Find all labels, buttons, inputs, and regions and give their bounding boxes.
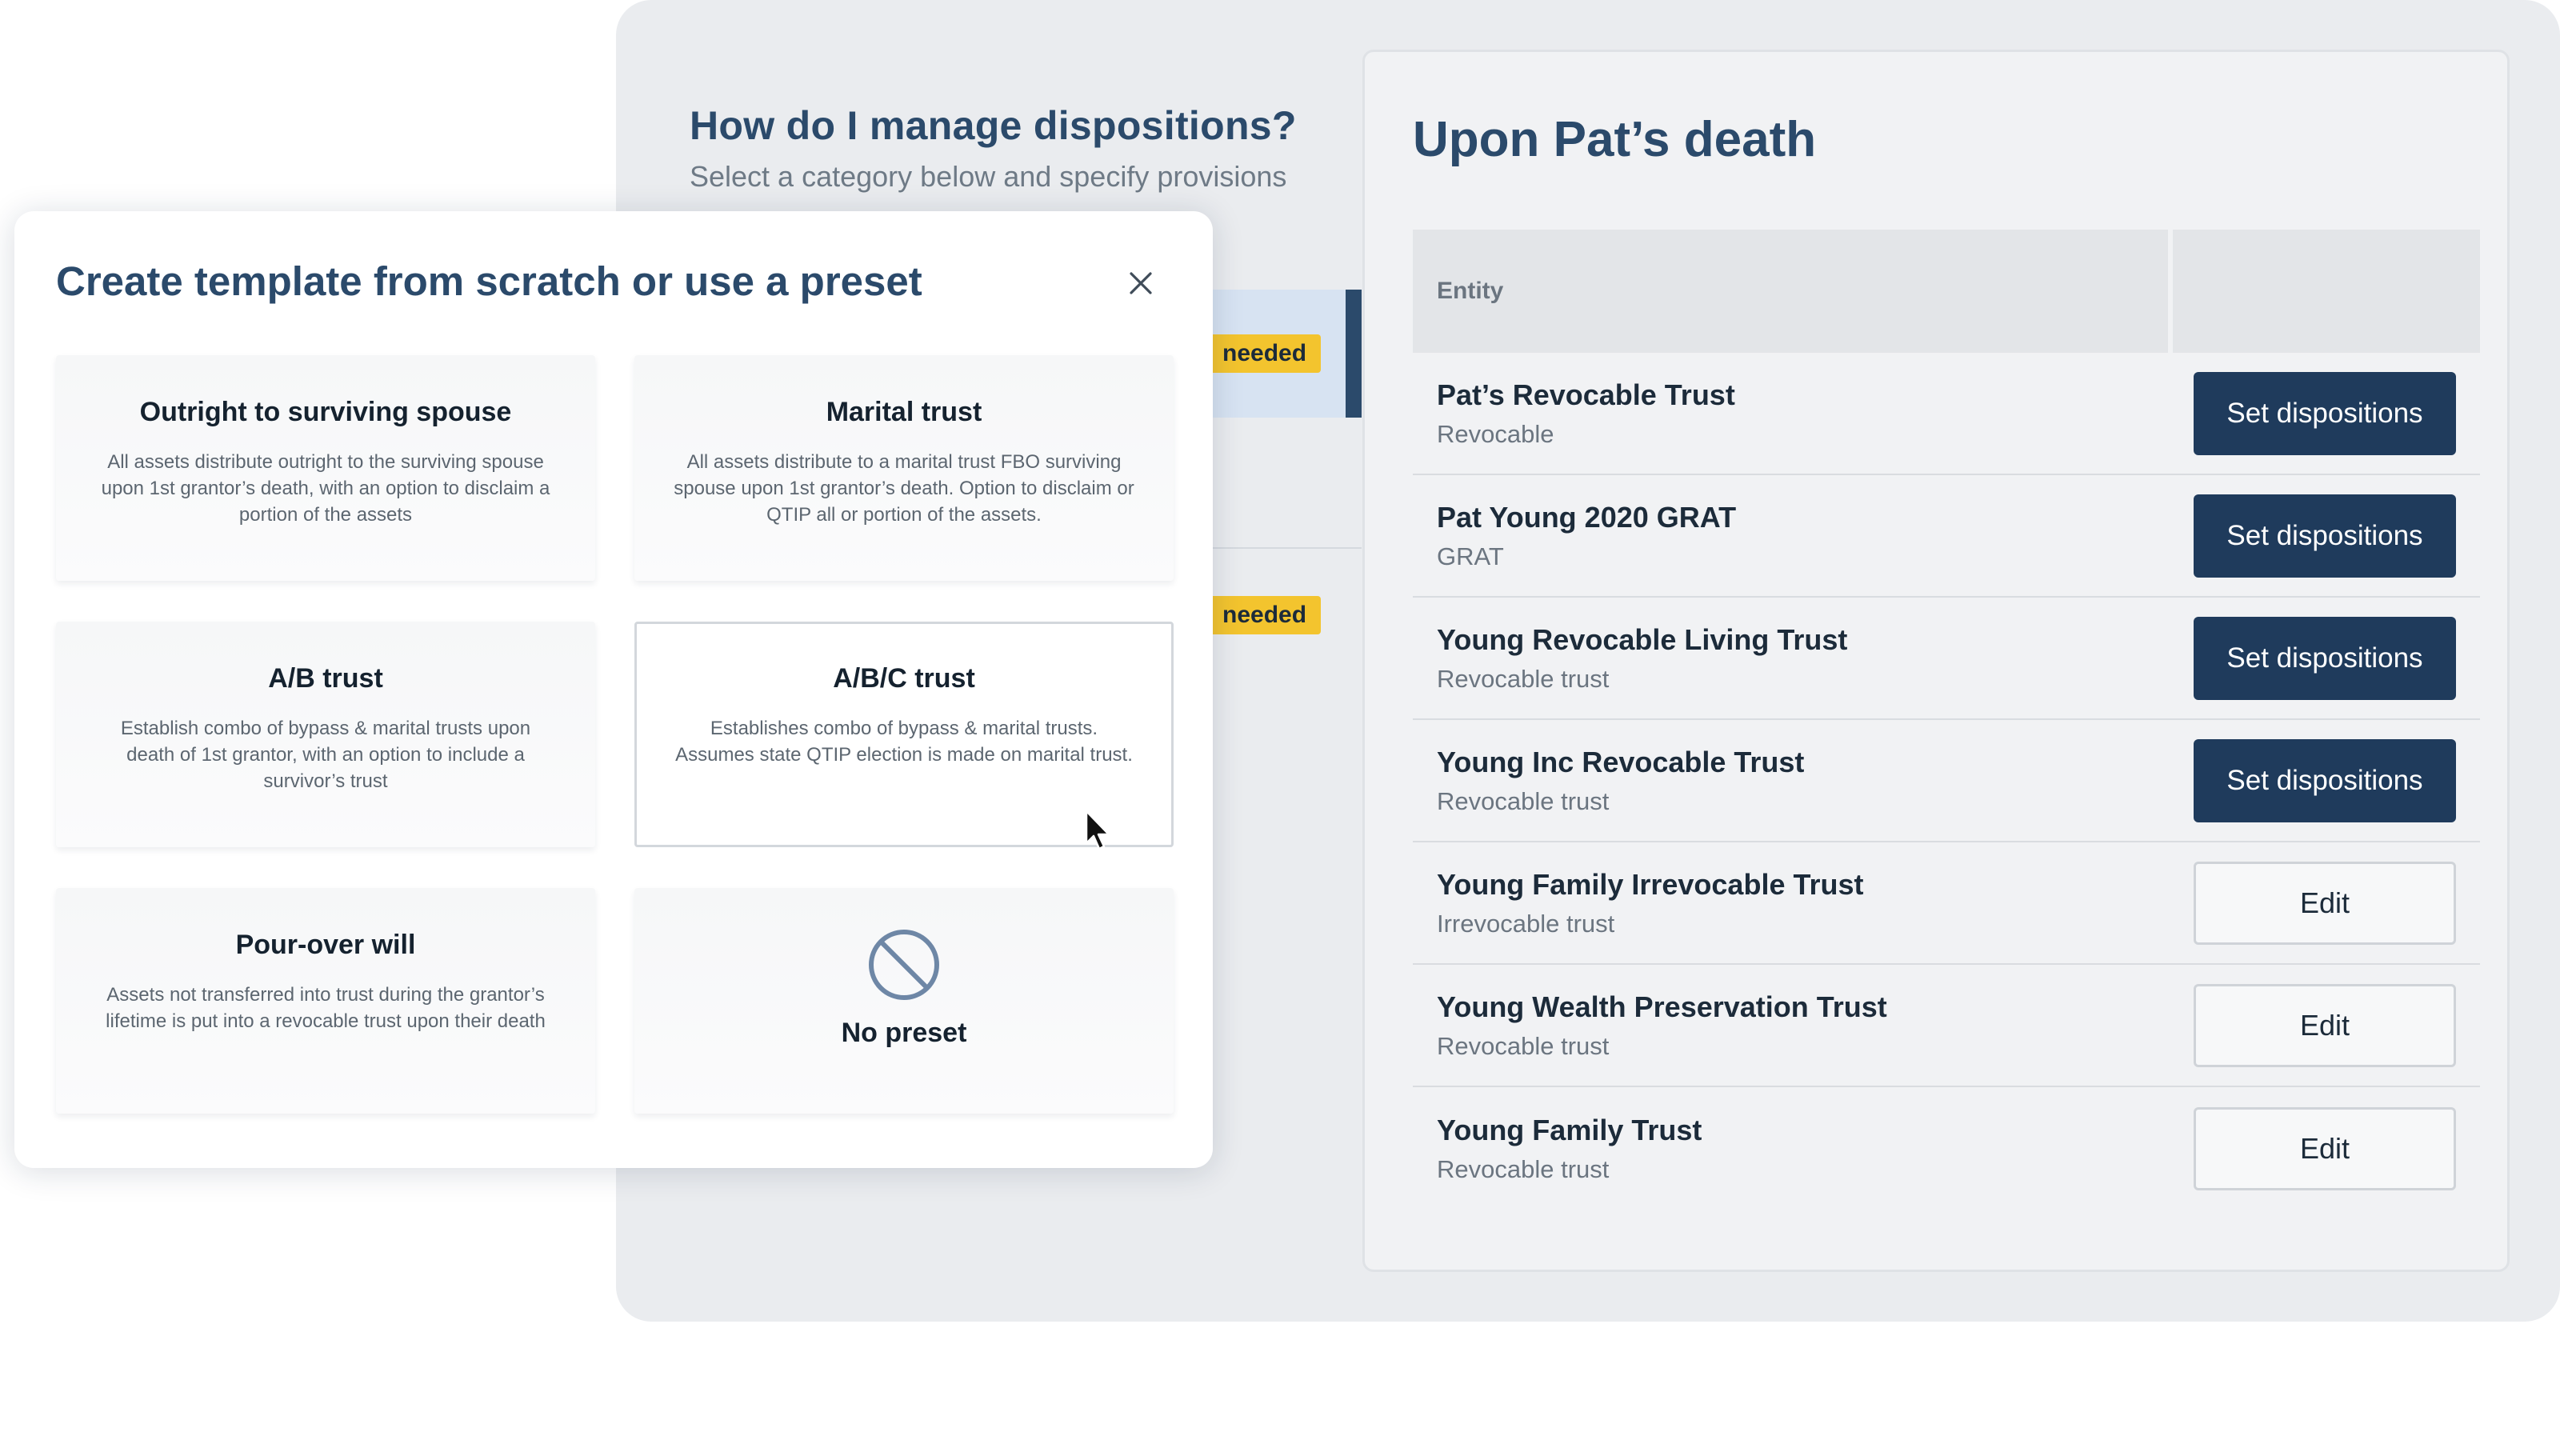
card-title: Upon Pat’s death: [1413, 112, 1817, 167]
entity-type: Revocable trust: [1437, 1031, 1610, 1060]
edit-button[interactable]: Edit: [2194, 1106, 2456, 1190]
entity-type: Irrevocable trust: [1437, 909, 1615, 938]
table-row: Young Family Irrevocable Trust Irrevocab…: [1413, 842, 2480, 965]
table-row: Young Inc Revocable Trust Revocable trus…: [1413, 720, 2480, 842]
modal-title: Create template from scratch or use a pr…: [56, 258, 922, 304]
entity-cell: Young Family Irrevocable Trust Irrevocab…: [1437, 868, 1863, 938]
set-dispositions-button[interactable]: Set dispositions: [2194, 371, 2456, 455]
preset-title: Marital trust: [826, 397, 982, 427]
entity-name: Pat’s Revocable Trust: [1437, 378, 1735, 411]
column-header-actions: [2173, 230, 2480, 353]
preset-title: A/B trust: [268, 663, 383, 694]
set-dispositions-button[interactable]: Set dispositions: [2194, 738, 2456, 822]
close-button[interactable]: [1122, 264, 1160, 302]
table-header: Entity: [1413, 230, 2480, 353]
entity-name: Young Revocable Living Trust: [1437, 622, 1848, 656]
entity-cell: Pat Young 2020 GRAT GRAT: [1437, 501, 1736, 571]
preset-card-ab-trust[interactable]: A/B trust Establish combo of bypass & ma…: [56, 622, 595, 847]
entity-cell: Young Family Trust Revocable trust: [1437, 1114, 1702, 1184]
entity-name: Young Inc Revocable Trust: [1437, 745, 1805, 778]
set-dispositions-button[interactable]: Set dispositions: [2194, 494, 2456, 578]
entity-type: Revocable trust: [1437, 1154, 1610, 1183]
edit-button[interactable]: Edit: [2194, 861, 2456, 945]
table-row: Pat’s Revocable Trust Revocable Set disp…: [1413, 353, 2480, 475]
entity-name: Young Family Irrevocable Trust: [1437, 867, 1864, 901]
entity-name: Pat Young 2020 GRAT: [1437, 500, 1737, 534]
entity-name: Young Wealth Preservation Trust: [1437, 990, 1887, 1023]
table-row: Pat Young 2020 GRAT GRAT Set disposition…: [1413, 475, 2480, 598]
entity-cell: Young Wealth Preservation Trust Revocabl…: [1437, 990, 1887, 1061]
help-title: How do I manage dispositions?: [690, 103, 1297, 148]
table-row: Young Family Trust Revocable trust Edit: [1413, 1087, 2480, 1210]
preset-description: Establish combo of bypass & marital trus…: [120, 718, 531, 792]
preset-title: Outright to surviving spouse: [139, 397, 512, 427]
preset-card-pour-over-will[interactable]: Pour-over will Assets not transferred in…: [56, 888, 595, 1114]
entity-name: Young Family Trust: [1437, 1113, 1702, 1146]
prohibited-icon: [673, 928, 1135, 1002]
table-row: Young Wealth Preservation Trust Revocabl…: [1413, 965, 2480, 1087]
entity-table: Entity Pat’s Revocable Trust Revocable S…: [1413, 230, 2480, 1210]
entity-type: Revocable: [1437, 419, 1554, 448]
entity-cell: Young Inc Revocable Trust Revocable trus…: [1437, 746, 1804, 816]
column-header-entity: Entity: [1413, 230, 2168, 353]
mouse-cursor-icon: [1085, 810, 1110, 850]
preset-card-marital-trust[interactable]: Marital trust All assets distribute to a…: [634, 355, 1174, 581]
preset-description: Establishes combo of bypass & marital tr…: [675, 718, 1133, 766]
help-subtitle: Select a category below and specify prov…: [690, 160, 1287, 193]
table-row: Young Revocable Living Trust Revocable t…: [1413, 598, 2480, 720]
preset-title: Pour-over will: [235, 930, 416, 960]
status-badge: needed: [1200, 334, 1322, 373]
set-dispositions-button[interactable]: Set dispositions: [2194, 616, 2456, 700]
selection-indicator: [1346, 290, 1362, 418]
entity-cell: Young Revocable Living Trust Revocable t…: [1437, 623, 1847, 694]
entity-cell: Pat’s Revocable Trust Revocable: [1437, 378, 1735, 449]
dispositions-card: Upon Pat’s death Entity Pat’s Revocable …: [1362, 50, 2510, 1272]
edit-button[interactable]: Edit: [2194, 983, 2456, 1067]
preset-modal: Create template from scratch or use a pr…: [14, 211, 1213, 1168]
no-preset-label: No preset: [841, 1018, 967, 1048]
entity-type: Revocable trust: [1437, 786, 1610, 815]
close-icon: [1130, 272, 1152, 294]
preset-card-outright[interactable]: Outright to surviving spouse All assets …: [56, 355, 595, 581]
preset-description: Assets not transferred into trust during…: [106, 984, 546, 1032]
preset-description: All assets distribute to a marital trust…: [674, 451, 1134, 526]
status-badge: needed: [1200, 596, 1322, 634]
entity-type: GRAT: [1437, 542, 1504, 570]
entity-type: Revocable trust: [1437, 664, 1610, 693]
preset-description: All assets distribute outright to the su…: [101, 451, 550, 526]
preset-title: A/B/C trust: [833, 663, 975, 694]
preset-card-no-preset[interactable]: No preset: [634, 888, 1174, 1114]
